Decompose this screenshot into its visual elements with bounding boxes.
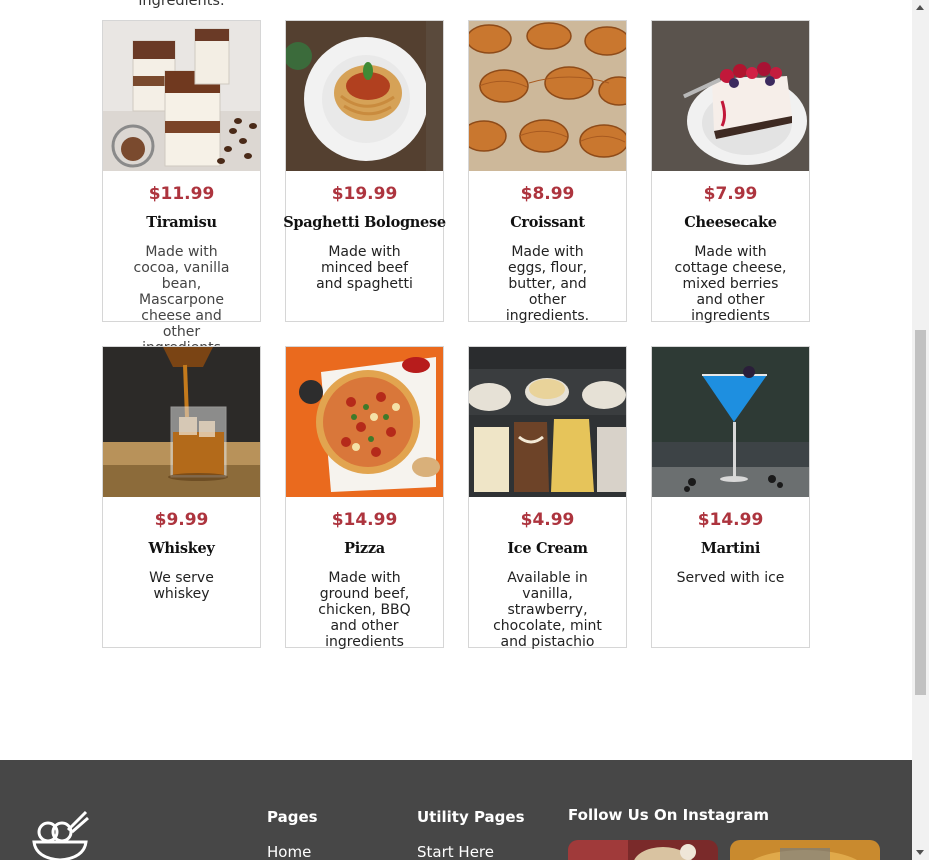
instagram-photo-2[interactable] <box>730 840 880 860</box>
ice-cream-photo <box>469 347 626 497</box>
dish-name: Pizza <box>344 540 385 557</box>
croissant-photo <box>469 21 626 171</box>
pizza-photo <box>286 347 443 497</box>
dish-description: Made with minced beef and spaghetti <box>316 244 413 292</box>
pages-heading: Pages <box>267 808 318 826</box>
menu-card-whiskey[interactable]: $9.99 Whiskey We serve whiskey <box>102 346 261 648</box>
tiramisu-photo <box>103 21 260 171</box>
price-label: $9.99 <box>154 510 209 530</box>
price-label: $7.99 <box>703 184 758 204</box>
instagram-heading: Follow Us On Instagram <box>568 806 769 824</box>
menu-card-croissant[interactable]: $8.99 Croissant Made with eggs, flour, b… <box>468 20 627 324</box>
dish-description: Made with cottage cheese, mixed berries … <box>674 244 787 324</box>
dish-description: Made with cocoa, vanilla bean, Mascarpon… <box>133 244 230 356</box>
card-description-overflow: ingredients. <box>138 0 225 9</box>
dish-description: We serve whiskey <box>149 570 214 602</box>
menu-card-martini[interactable]: $14.99 Martini Served with ice <box>651 346 810 648</box>
price-label: $19.99 <box>331 184 398 204</box>
martini-photo <box>652 347 809 497</box>
price-label: $14.99 <box>697 510 764 530</box>
dish-description: Served with ice <box>676 570 785 586</box>
instagram-photo-1[interactable] <box>568 840 718 860</box>
page-viewport: ingredients. $11.99 Tiramisu Made with c… <box>0 0 912 860</box>
dish-description: Made with ground beef, chicken, BBQ and … <box>318 570 411 650</box>
scroll-down-arrow-icon[interactable] <box>916 850 924 855</box>
dish-name: Croissant <box>510 214 585 231</box>
menu-card-ice-cream[interactable]: $4.99 Ice Cream Available in vanilla, st… <box>468 346 627 650</box>
dish-description: Made with eggs, flour, butter, and other… <box>505 244 590 324</box>
scrollbar-thumb[interactable] <box>915 330 926 695</box>
menu-card-cheesecake[interactable]: $7.99 Cheesecake Made with cottage chees… <box>651 20 810 324</box>
cheesecake-photo <box>652 21 809 171</box>
scroll-up-arrow-icon[interactable] <box>916 5 924 10</box>
dish-name: Spaghetti Bolognese <box>283 214 446 231</box>
vertical-scrollbar[interactable] <box>912 0 929 860</box>
price-label: $4.99 <box>520 510 575 530</box>
whiskey-photo <box>103 347 260 497</box>
dish-name: Martini <box>700 540 761 557</box>
price-label: $14.99 <box>331 510 398 530</box>
menu-card-spaghetti-bolognese[interactable]: $19.99 Spaghetti Bolognese Made with min… <box>283 20 446 322</box>
dish-name: Whiskey <box>148 540 215 557</box>
menu-card-pizza[interactable]: $14.99 Pizza Made with ground beef, chic… <box>285 346 444 650</box>
utility-pages-heading: Utility Pages <box>417 808 525 826</box>
dish-description: Available in vanilla, strawberry, chocol… <box>493 570 602 650</box>
spaghetti-photo <box>286 21 443 171</box>
dish-name: Ice Cream <box>507 540 588 557</box>
price-label: $11.99 <box>148 184 215 204</box>
footer-link-home[interactable]: Home <box>267 843 311 860</box>
dish-name: Cheesecake <box>684 214 777 231</box>
price-label: $8.99 <box>520 184 575 204</box>
ramen-bowl-logo-icon[interactable] <box>32 808 90 860</box>
dish-name: Tiramisu <box>146 214 217 231</box>
site-footer: Pages Home Utility Pages Start Here Foll… <box>0 760 912 860</box>
footer-link-start-here[interactable]: Start Here <box>417 843 494 860</box>
menu-card-tiramisu[interactable]: $11.99 Tiramisu Made with cocoa, vanilla… <box>102 20 261 356</box>
